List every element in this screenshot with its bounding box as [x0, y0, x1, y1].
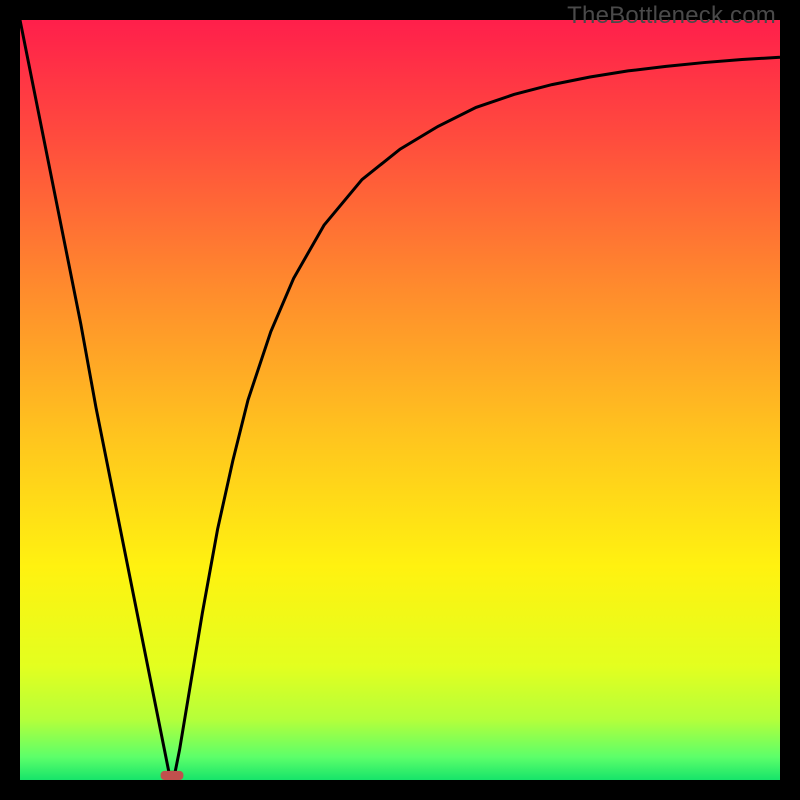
watermark-text: TheBottleneck.com — [567, 2, 776, 30]
optimal-point-marker — [161, 771, 184, 780]
chart-frame — [20, 20, 780, 780]
gradient-background — [20, 20, 780, 780]
chart-svg — [20, 20, 780, 780]
